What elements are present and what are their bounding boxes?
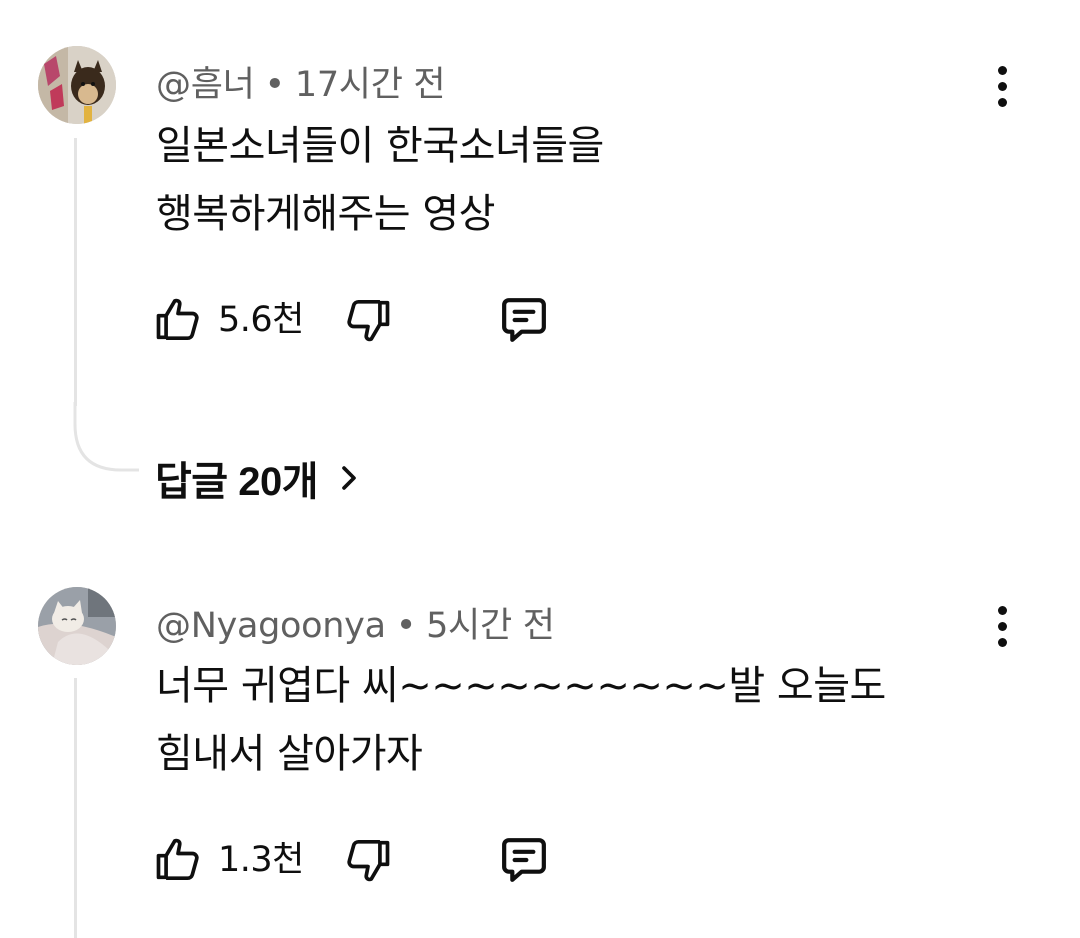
like-count: 1.3천 (218, 840, 304, 880)
comment-time: 5시간 전 (426, 606, 555, 646)
dislike-button[interactable] (342, 290, 394, 350)
reply-comment-icon (502, 298, 546, 342)
comment-item: @Nyagoonya • 5시간 전 너무 귀엽다 씨~~~~~~~~~~발 오늘도… (0, 540, 1080, 938)
reply-comment-icon (502, 838, 546, 882)
comment-text-line: 행복하게해주는 영상 (156, 191, 495, 237)
meta-separator: • (395, 606, 417, 646)
author-name[interactable]: @Nyagoonya (156, 606, 386, 646)
replies-label: 답글 20개 (155, 460, 319, 504)
comment-text-line: 일본소녀들이 한국소녀들을 (156, 123, 604, 169)
avatar[interactable] (38, 46, 116, 124)
more-vert-icon (997, 65, 1007, 107)
comment-actions: 1.3천 (152, 830, 572, 890)
thumb-up-icon (156, 838, 199, 881)
more-options-button[interactable] (982, 596, 1022, 656)
comment-text-line: 힘내서 살아가자 (156, 731, 423, 777)
author-name[interactable]: @흠너 (156, 65, 255, 105)
reply-button[interactable] (496, 830, 552, 890)
comment-text-line: 너무 귀엽다 씨~~~~~~~~~~발 오늘도 (156, 663, 886, 709)
avatar[interactable] (38, 587, 116, 665)
chevron-right-icon (342, 466, 356, 490)
comment-text: 너무 귀엽다 씨~~~~~~~~~~발 오늘도 힘내서 살아가자 (156, 652, 886, 788)
view-replies-button[interactable]: 답글 20개 (155, 448, 366, 508)
thumb-down-icon (347, 839, 390, 882)
more-options-button[interactable] (982, 56, 1022, 116)
comment-item: @흠너 • 17시간 전 일본소녀들이 한국소녀들을 행복하게해주는 영상 5.6천… (0, 0, 1080, 520)
thumb-up-icon (156, 298, 199, 341)
dog-avatar-icon (38, 46, 116, 124)
meta-separator: • (264, 65, 286, 105)
comment-actions: 5.6천 (152, 290, 572, 350)
comment-text: 일본소녀들이 한국소녀들을 행복하게해주는 영상 (156, 112, 604, 248)
thread-curve (73, 402, 139, 472)
dislike-button[interactable] (342, 830, 394, 890)
cat-avatar-icon (38, 587, 116, 665)
like-button[interactable] (152, 830, 204, 890)
more-vert-icon (997, 605, 1007, 647)
thumb-down-icon (347, 299, 390, 342)
like-count: 5.6천 (218, 300, 304, 340)
comment-meta: @흠너 • 17시간 전 (156, 56, 446, 107)
reply-button[interactable] (496, 290, 552, 350)
thread-line (74, 138, 77, 406)
comment-meta: @Nyagoonya • 5시간 전 (156, 597, 555, 648)
thread-line (74, 678, 77, 938)
comment-time: 17시간 전 (294, 65, 446, 105)
like-button[interactable] (152, 290, 204, 350)
